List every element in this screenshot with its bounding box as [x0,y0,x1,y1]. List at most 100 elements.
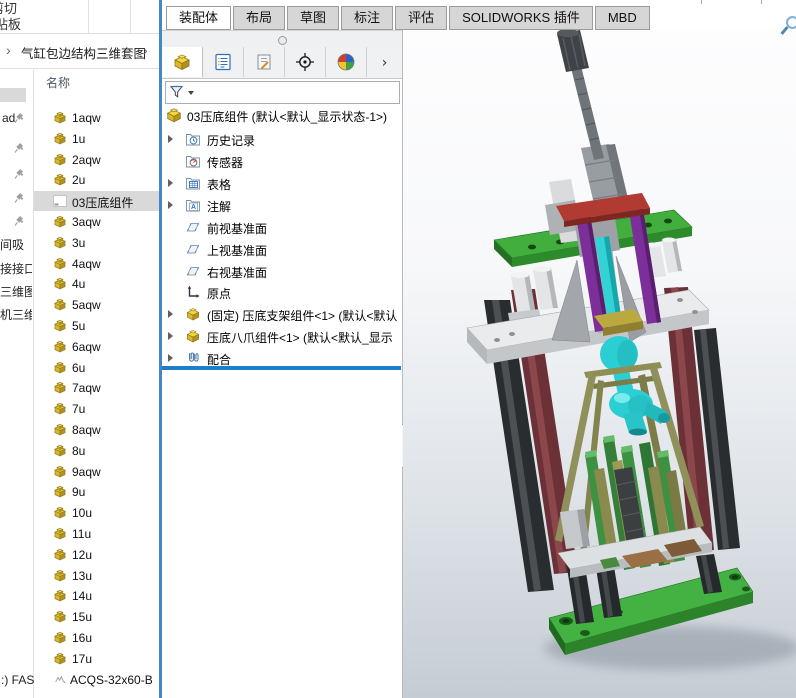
file-row[interactable]: 1u [34,129,160,149]
file-row[interactable]: 5aqw [34,295,160,315]
nav-pinned-item[interactable] [0,190,33,206]
part-knurled-knob[interactable] [557,30,589,72]
file-row[interactable]: 9aqw [34,462,160,482]
expand-arrow-icon[interactable] [168,179,173,187]
breadcrumb-arrow-icon[interactable]: › [143,42,148,58]
expand-arrow-icon[interactable] [168,201,173,209]
file-row-selected[interactable]: 03压底组件 [34,191,160,211]
nav-pinned-item[interactable] [0,166,33,182]
pin-icon [14,215,26,227]
3d-model[interactable] [403,30,796,698]
tree-root-item[interactable]: 03压底组件 (默认<默认_显示状态-1>) [162,104,402,126]
part-file-icon [52,547,68,563]
file-row[interactable]: 2aqw [34,150,160,170]
nav-folder-item[interactable]: 接接口 [0,260,32,276]
file-row[interactable]: 14u [34,586,160,606]
tab-annotate[interactable]: 标注 [341,6,394,30]
plane-icon [185,241,201,257]
file-row[interactable]: ACQS-32x60-B [34,670,160,690]
breadcrumb-path[interactable]: 气缸包边结构三维套图 [21,43,146,62]
breadcrumb-arrow-icon[interactable]: › [6,42,11,58]
nav-pinned-item[interactable]: ad [0,110,33,126]
tab-mbd[interactable]: MBD [594,6,650,30]
file-row[interactable]: 17u [34,649,160,669]
part-threaded-rod[interactable] [571,66,604,160]
nav-pinned-item[interactable] [0,213,33,229]
file-row[interactable]: 6aqw [34,337,160,357]
nav-pinned-item[interactable] [0,140,33,156]
tree-item-right-plane[interactable]: 右视基准面 [162,260,402,282]
tab-sketch[interactable]: 草图 [287,6,340,30]
tree-item-top-plane[interactable]: 上视基准面 [162,238,402,260]
tab-assembly[interactable]: 装配体 [166,6,232,30]
file-row[interactable]: 13u [34,566,160,586]
file-row[interactable]: 2u [34,170,160,190]
tree-item-annotations[interactable]: 注解 [162,194,402,216]
expand-arrow-icon[interactable] [168,332,173,340]
expand-arrow-icon[interactable] [168,354,173,362]
file-row[interactable]: 6u [34,358,160,378]
column-header-name[interactable]: 名称 [46,74,70,91]
tab-addins[interactable]: SOLIDWORKS 插件 [449,6,593,30]
file-row[interactable]: 3aqw [34,212,160,232]
file-row[interactable]: 3u [34,233,160,253]
file-row[interactable]: 1aqw [34,108,160,128]
filter-funnel-icon[interactable] [169,84,185,100]
tree-item-history[interactable]: 历史记录 [162,128,402,150]
file-row[interactable]: 5u [34,316,160,336]
tree-item-support-subassembly[interactable]: (固定) 压底支架组件<1> (默认<默认 [162,303,402,325]
nav-folder-item[interactable]: 三维图 [0,283,32,299]
expand-arrow-icon[interactable] [168,135,173,143]
file-row[interactable]: 8aqw [34,420,160,440]
part-file-icon [52,526,68,542]
annotations-folder-icon [185,197,201,213]
nav-folder-item[interactable]: 机三维 [0,306,32,322]
file-row[interactable]: 9u [34,482,160,502]
tree-item-front-plane[interactable]: 前视基准面 [162,216,402,238]
plane-icon [185,263,201,279]
file-row[interactable]: 11u [34,524,160,544]
display-sphere-icon [336,52,356,72]
tree-filter-box[interactable] [165,81,400,104]
property-manager-tab[interactable] [203,47,244,77]
rollback-bar[interactable] [162,366,401,370]
part-file-icon [52,214,68,230]
pin-icon [14,168,26,180]
tree-item-sensors[interactable]: 传感器 [162,150,402,172]
filter-dropdown-caret-icon[interactable] [188,91,194,95]
display-manager-tab[interactable] [326,47,367,77]
configuration-manager-tab[interactable] [244,47,285,77]
ribbon-expand-handle[interactable] [278,36,287,45]
tree-item-origin[interactable]: 原点 [162,281,402,303]
part-file-icon [52,630,68,646]
tree-item-tables[interactable]: 表格 [162,172,402,194]
file-row[interactable]: 7u [34,399,160,419]
part-file-icon [52,297,68,313]
file-row[interactable]: 15u [34,607,160,627]
tree-item-claw-subassembly[interactable]: 压底八爪组件<1> (默认<默认_显示 [162,325,402,347]
origin-axes-icon [185,284,201,300]
graphics-area[interactable] [403,30,796,698]
tab-evaluate[interactable]: 评估 [395,6,448,30]
breadcrumb-border [0,68,161,69]
file-row[interactable]: 8u [34,441,160,461]
breadcrumb[interactable]: › 气缸包边结构三维套图 › [0,40,161,64]
expand-arrow-icon[interactable] [168,310,173,318]
pin-icon [14,112,26,124]
pin-icon [14,192,26,204]
file-row[interactable]: 12u [34,545,160,565]
tab-layout[interactable]: 布局 [233,6,286,30]
file-row[interactable]: 16u [34,628,160,648]
file-row[interactable]: 4aqw [34,254,160,274]
file-row[interactable]: 4u [34,274,160,294]
ribbon-divider [130,0,131,33]
dimxpert-manager-tab[interactable] [285,47,326,77]
feature-tree-tab[interactable] [162,47,203,77]
part-file-icon [52,651,68,667]
file-row[interactable]: 7aqw [34,378,160,398]
panel-tabs-overflow-chevron[interactable]: › [367,47,402,78]
part-file-icon [52,484,68,500]
nav-folder-item[interactable]: 间吸 [0,236,32,252]
assembly-cube-icon [172,52,192,72]
file-row[interactable]: 10u [34,503,160,523]
